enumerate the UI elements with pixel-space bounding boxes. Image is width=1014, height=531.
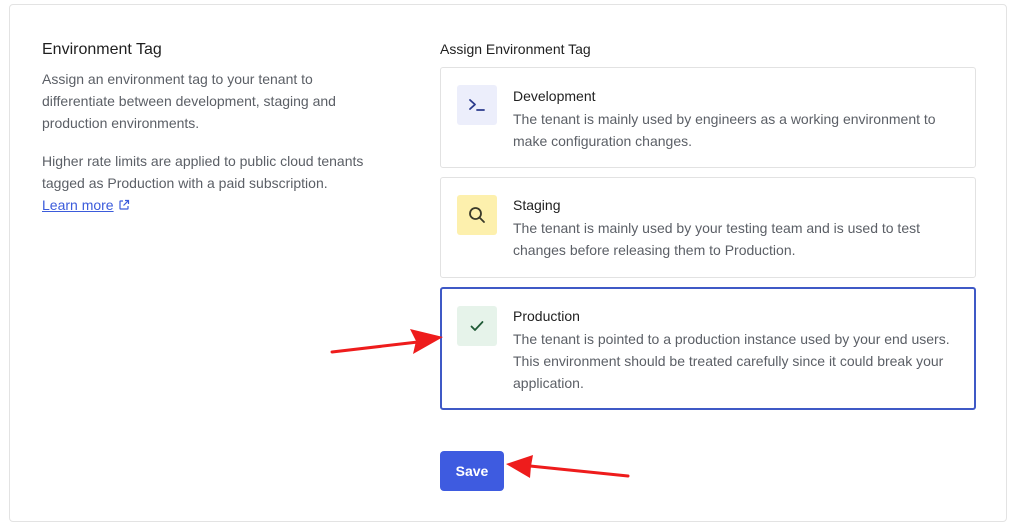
arrow-to-production-annotation [330,329,443,354]
arrow-to-save-annotation [506,455,630,478]
annotation-arrows [330,329,630,478]
